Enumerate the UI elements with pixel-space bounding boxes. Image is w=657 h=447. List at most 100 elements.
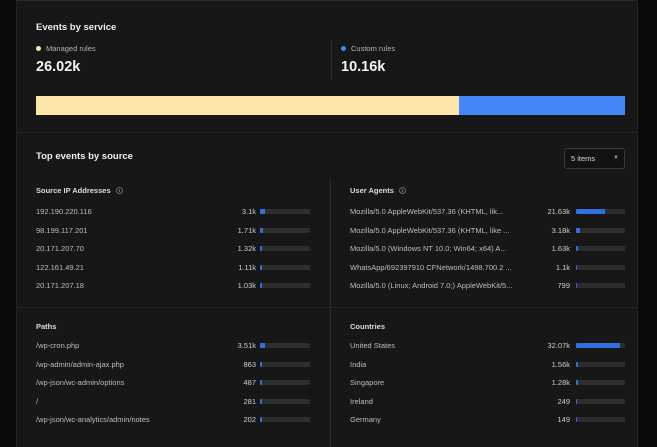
row-value: 3.1k (241, 207, 256, 216)
table-row[interactable]: /wp-json/wc-admin/options 487 (36, 373, 312, 392)
row-bar-track (260, 380, 310, 386)
row-bar-track (260, 246, 310, 252)
row-label: WhatsApp/692397910 CFNetwork/1498.700.2 … (350, 262, 512, 272)
row-label: Mozilla/5.0 (Linux; Android 7.0;) AppleW… (350, 281, 513, 291)
row-bar-fill (260, 343, 265, 348)
table-row[interactable]: Mozilla/5.0 AppleWebKit/537.36 (KHTML, l… (350, 202, 626, 221)
row-label: Mozilla/5.0 (Windows NT 10.0; Win64; x64… (350, 244, 507, 254)
row-value: 281 (243, 396, 256, 406)
row-bar-fill (576, 343, 620, 348)
top-border (16, 0, 638, 1)
managed-rules-legend: Managed rules (36, 44, 96, 53)
row-value: 1.56k (551, 359, 570, 369)
row-label: /wp-cron.php (36, 341, 80, 350)
table-row[interactable]: United States 32.07k (350, 336, 626, 355)
table-row[interactable]: /wp-admin/admin-ajax.php 863 (36, 355, 312, 374)
row-bar-fill (260, 209, 265, 214)
table-row[interactable]: Singapore 1.28k (350, 373, 626, 392)
row-bar-track (576, 227, 625, 233)
row-bar-fill (576, 209, 606, 214)
managed-rules-segment[interactable] (36, 96, 460, 115)
custom-rules-value: 10.16k (341, 59, 386, 75)
row-label: /wp-json/wc-analytics/admin/notes (36, 415, 150, 425)
row-value: 249 (557, 396, 570, 406)
row-bar-track (260, 343, 310, 348)
table-row[interactable]: Mozilla/5.0 (Linux; Android 7.0;) AppleW… (350, 276, 626, 295)
row-label: 98.199.117.201 (36, 225, 88, 235)
events-by-service-title: Events by service (36, 22, 117, 33)
row-label: Germany (350, 415, 381, 425)
info-icon[interactable] (115, 187, 123, 194)
paths-header-label: Paths (36, 322, 57, 331)
row-value: 487 (243, 378, 256, 388)
row-bar-fill (260, 246, 262, 252)
table-row[interactable]: 98.199.117.201 1.71k (36, 221, 312, 240)
table-row[interactable]: India 1.56k (350, 355, 626, 374)
managed-rules-dot (36, 46, 41, 51)
row-label: 122.161.49.21 (36, 262, 84, 272)
metric-divider (331, 40, 332, 80)
row-value: 1.1k (555, 262, 570, 272)
row-bar-track (576, 398, 625, 404)
row-bar-track (260, 209, 310, 214)
table-row[interactable]: 20.171.207.70 1.32k (36, 239, 312, 258)
table-row[interactable]: /wp-cron.php 3.51k (36, 336, 312, 355)
countries-header-label: Countries (350, 322, 386, 331)
row-label: Ireland (350, 396, 373, 406)
table-row[interactable]: / 281 (36, 392, 312, 411)
table-row[interactable]: WhatsApp/692397910 CFNetwork/1498.700.2 … (350, 258, 626, 277)
row-bar-fill (260, 283, 262, 289)
row-bar-track (576, 246, 625, 252)
table-row[interactable]: Mozilla/5.0 (Windows NT 10.0; Win64; x64… (350, 239, 626, 258)
info-icon[interactable] (398, 187, 406, 194)
row-label: / (36, 396, 39, 406)
table-row[interactable]: Germany 149 (350, 410, 626, 429)
row-bar-fill (260, 380, 262, 386)
table-row[interactable]: 192.190.220.116 3.1k (36, 202, 312, 221)
row-bar-track (260, 227, 310, 233)
custom-rules-dot (341, 46, 346, 51)
row-value: 1.71k (237, 225, 256, 235)
table-row[interactable]: /wp-json/wc-analytics/admin/notes 202 (36, 410, 312, 429)
row-label: Singapore (350, 378, 385, 388)
items-count-select[interactable]: 5 items ▼ (564, 148, 625, 169)
row-value: 1.03k (237, 281, 256, 291)
row-bar-fill (260, 361, 262, 367)
table-row[interactable]: 20.171.207.18 1.03k (36, 276, 312, 295)
row-bar-track (576, 361, 625, 367)
row-bar-track (576, 343, 625, 348)
row-label: India (350, 359, 367, 369)
row-value: 202 (243, 415, 256, 425)
row-bar-fill (260, 417, 262, 423)
items-count-value: 5 items (571, 154, 596, 163)
row-bar-track (260, 361, 310, 367)
row-value: 149 (557, 415, 570, 425)
row-bar-track (576, 380, 625, 386)
row-value: 799 (557, 281, 570, 291)
table-row[interactable]: Mozilla/5.0 AppleWebKit/537.36 (KHTML, l… (350, 221, 626, 240)
managed-rules-label: Managed rules (46, 44, 96, 53)
top-events-title: Top events by source (36, 151, 133, 162)
source-ip-header: Source IP Addresses (36, 186, 123, 195)
row-value: 1.32k (237, 244, 256, 254)
row-value: 863 (243, 359, 256, 369)
row-value: 32.07k (547, 341, 570, 350)
chevron-down-icon: ▼ (613, 155, 619, 161)
table-row-divider (17, 307, 637, 308)
service-stacked-bar[interactable] (36, 96, 625, 115)
row-bar-track (260, 398, 310, 404)
custom-rules-segment[interactable] (459, 96, 625, 115)
row-bar-fill (260, 398, 262, 404)
table-row[interactable]: Ireland 249 (350, 392, 626, 411)
row-bar-fill (576, 283, 578, 289)
row-bar-fill (576, 380, 578, 386)
section-divider (17, 132, 637, 133)
row-value: 21.63k (547, 207, 570, 216)
table-row[interactable]: 122.161.49.21 1.11k (36, 258, 312, 277)
table-column-divider (330, 178, 331, 447)
row-bar-track (576, 209, 625, 214)
user-agents-header-label: User Agents (350, 186, 394, 195)
row-bar-fill (576, 227, 581, 233)
custom-rules-label: Custom rules (351, 44, 396, 53)
custom-rules-legend: Custom rules (341, 44, 395, 53)
